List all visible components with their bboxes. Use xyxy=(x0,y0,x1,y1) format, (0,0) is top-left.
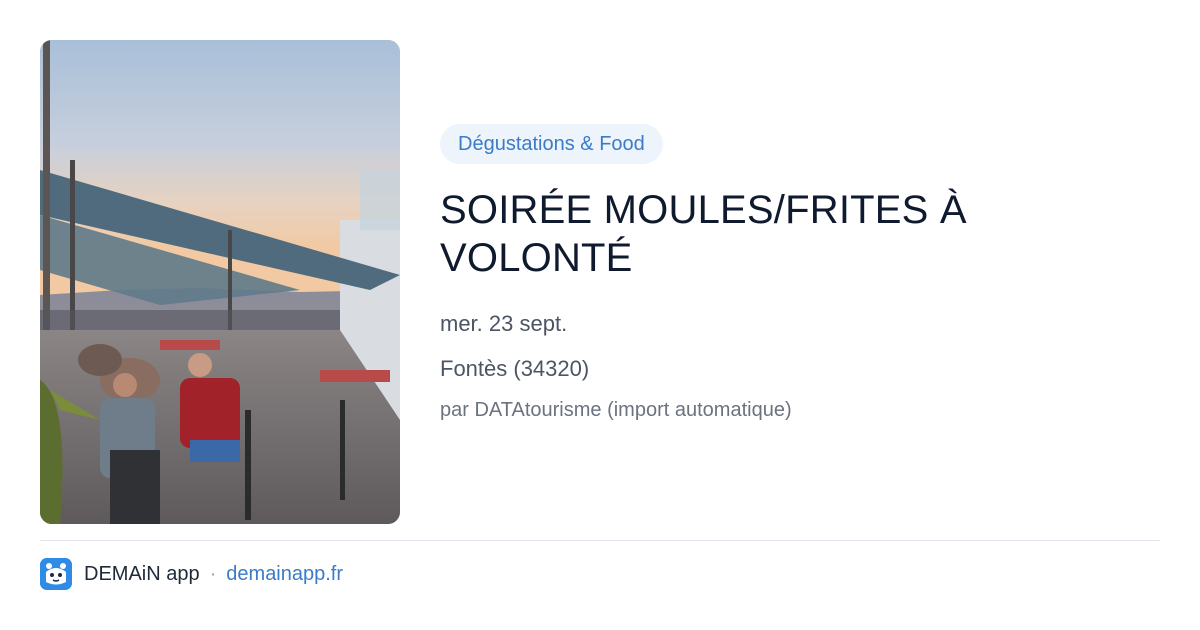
app-name: DEMAiN app xyxy=(84,562,200,585)
event-photo xyxy=(40,40,400,524)
category-badge[interactable]: Dégustations & Food xyxy=(440,124,663,164)
footer-divider xyxy=(40,540,1160,541)
event-details: Dégustations & Food SOIRÉE MOULES/FRITES… xyxy=(440,124,1160,424)
event-location: Fontès (34320) xyxy=(440,356,590,381)
event-source: par DATAtourisme (import automatique) xyxy=(440,399,792,421)
terrace-photo-illustration xyxy=(40,40,400,524)
event-title: SOIRÉE MOULES/FRITES À VOLONTÉ xyxy=(440,188,967,280)
footer-separator: · xyxy=(209,562,217,585)
event-share-card: Dégustations & Food SOIRÉE MOULES/FRITES… xyxy=(0,0,1200,630)
app-website-link[interactable]: demainapp.fr xyxy=(226,563,343,586)
demain-logo-icon xyxy=(40,558,72,590)
footer: DEMAiN app · demainapp.fr xyxy=(40,558,343,590)
event-date: mer. 23 sept. xyxy=(440,311,568,336)
